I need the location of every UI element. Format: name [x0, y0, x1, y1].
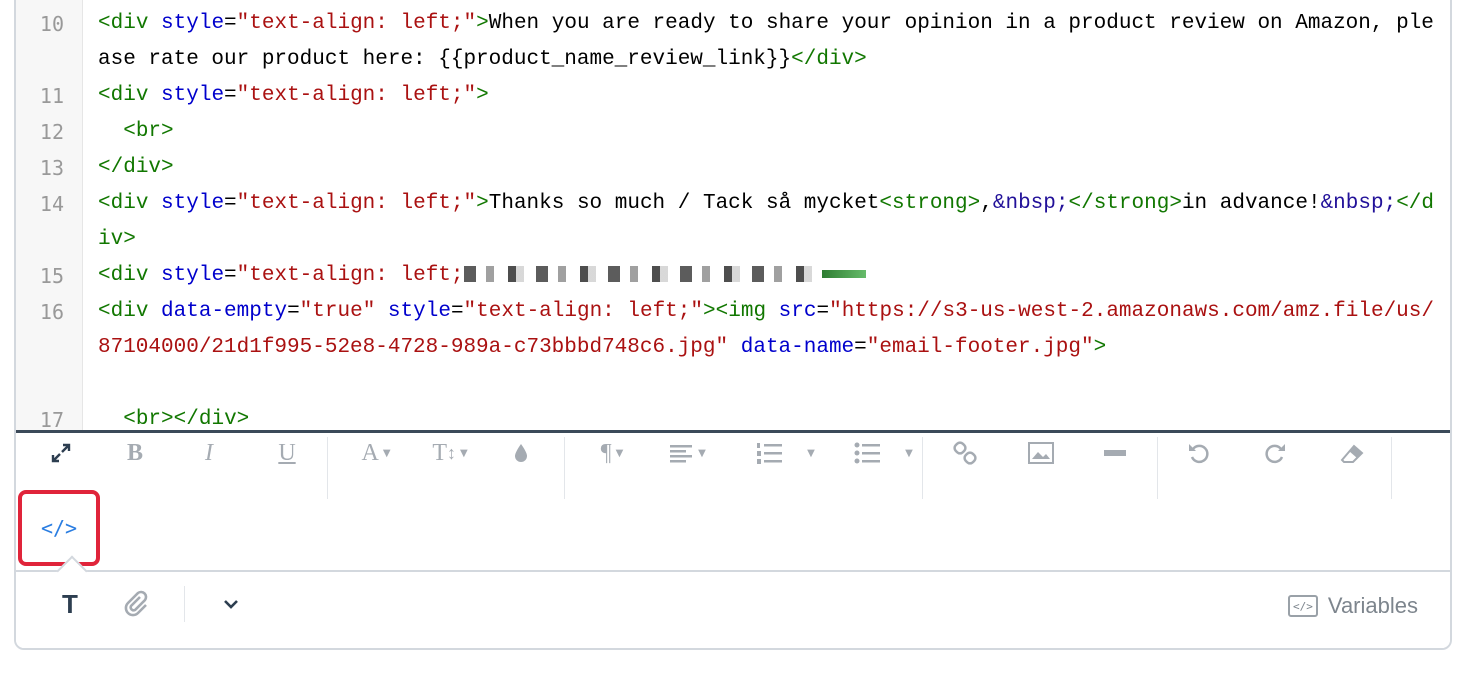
thanks-text: Thanks so much / Tack så mycket [488, 192, 880, 215]
underline-button[interactable]: U [262, 433, 312, 473]
code-text[interactable]: <div style="text-align: left; [98, 258, 1438, 294]
link-icon [953, 441, 977, 465]
redo-button[interactable] [1250, 433, 1300, 473]
line-number: 10 [39, 12, 64, 36]
link-button[interactable] [940, 433, 990, 473]
horizontal-rule-button[interactable] [1090, 433, 1140, 473]
fullscreen-button[interactable] [36, 433, 86, 473]
paragraph-dropdown[interactable]: ¶ ▼ [582, 433, 642, 473]
font-size-icon: T [432, 439, 447, 466]
chevron-down-icon: ▼ [807, 447, 815, 459]
html-editor: 10 <div style="text-align: left;">When y… [14, 0, 1452, 650]
line-number: 15 [39, 264, 64, 288]
text-format-button[interactable]: T [52, 586, 88, 622]
redacted-content-tail [821, 270, 866, 279]
text-color-icon [515, 444, 527, 462]
variables-button[interactable]: </> Variables [1287, 588, 1418, 624]
chevron-down-icon: ▼ [615, 447, 624, 459]
size-arrow-icon: ↕ [446, 442, 456, 463]
image-icon [1028, 442, 1054, 464]
font-icon: A [361, 439, 379, 466]
code-text[interactable]: <br></div> [98, 402, 1438, 430]
code-text[interactable]: <br> [98, 114, 1438, 150]
attach-button[interactable] [116, 586, 156, 622]
chevron-down-icon [224, 600, 238, 609]
formatting-toolbar: B I U A ▼ T ↕ ▼ ¶ ▼ ▼ ▼ ▼ </> [16, 433, 1450, 573]
clear-format-button[interactable] [1326, 433, 1376, 473]
line-number: 17 [39, 408, 64, 430]
toolbar-separator [564, 437, 565, 499]
font-size-dropdown[interactable]: T ↕ ▼ [420, 433, 480, 473]
toolbar-separator [922, 437, 923, 499]
line-number: 11 [39, 84, 64, 108]
bottom-separator [184, 586, 185, 622]
image-button[interactable] [1016, 433, 1066, 473]
bold-button[interactable]: B [110, 433, 160, 473]
line-number: 13 [39, 156, 64, 180]
italic-icon: I [205, 439, 213, 466]
toolbar-separator [1157, 437, 1158, 499]
text-format-icon: T [62, 588, 78, 619]
font-family-dropdown[interactable]: A ▼ [346, 433, 406, 473]
chevron-down-icon: ▼ [459, 447, 468, 459]
toolbar-separator [1391, 437, 1392, 499]
ordered-list-icon [757, 443, 782, 464]
chevron-down-icon: ▼ [905, 447, 913, 459]
align-icon [670, 445, 693, 463]
variables-label: Variables [1327, 593, 1418, 618]
redo-icon [1265, 444, 1285, 464]
code-text[interactable]: <div style="text-align: left;">Thanks so… [98, 186, 1438, 258]
variables-icon: </> [1287, 595, 1318, 617]
paragraph-icon: ¶ [600, 439, 612, 466]
ordered-list-button[interactable] [744, 433, 794, 473]
code-editor[interactable]: 10 <div style="text-align: left;">When y… [16, 0, 1450, 430]
paperclip-icon [124, 590, 148, 617]
undo-icon [1189, 444, 1209, 464]
composer-bottom-bar: T </> Variables [16, 555, 1450, 648]
unordered-list-button[interactable] [842, 433, 892, 473]
unordered-list-icon [854, 442, 880, 464]
unordered-list-dropdown[interactable]: ▼ [892, 433, 922, 473]
bold-icon: B [126, 439, 143, 466]
undo-button[interactable] [1174, 433, 1224, 473]
line-number: 14 [39, 192, 64, 216]
redacted-content [463, 266, 814, 283]
fullscreen-expand-icon [51, 443, 71, 463]
line-number: 12 [39, 120, 64, 144]
text-color-button[interactable] [496, 433, 546, 473]
horizontal-rule-icon [1104, 450, 1126, 456]
line-number: 16 [39, 300, 64, 324]
chevron-down-icon: ▼ [698, 447, 706, 459]
code-text[interactable]: <div style="text-align: left;"> [98, 78, 1438, 114]
more-options-dropdown[interactable] [216, 586, 246, 622]
italic-button[interactable]: I [184, 433, 234, 473]
code-view-icon: </> [40, 516, 78, 540]
code-view-button[interactable]: </> [18, 490, 100, 566]
toolbar-separator [327, 437, 328, 499]
chevron-down-icon: ▼ [382, 447, 391, 459]
code-text[interactable]: <div style="text-align: left;">When you … [98, 6, 1438, 78]
code-text[interactable]: </div> [98, 150, 1438, 186]
code-text[interactable]: <div data-empty="true" style="text-align… [98, 294, 1438, 366]
underline-icon: U [278, 439, 296, 466]
ordered-list-dropdown[interactable]: ▼ [794, 433, 824, 473]
clear-format-icon [1340, 444, 1364, 463]
align-dropdown[interactable]: ▼ [658, 433, 718, 473]
